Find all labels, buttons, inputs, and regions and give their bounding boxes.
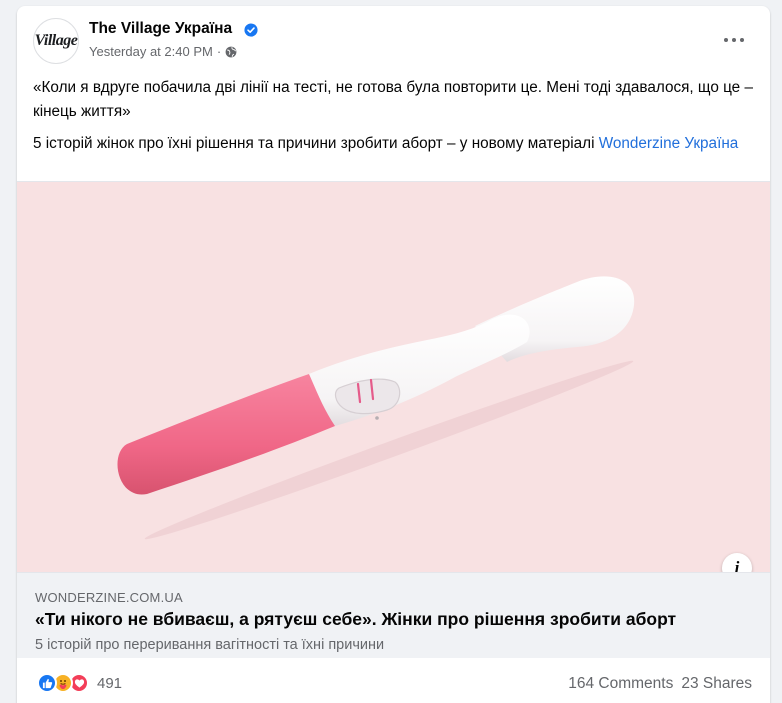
page-name-link[interactable]: The Village Україна: [89, 20, 232, 38]
post-image[interactable]: i: [17, 181, 770, 572]
more-options-button[interactable]: [716, 28, 752, 52]
link-preview-domain: WONDERZINE.COM.UA: [35, 590, 183, 605]
meta-separator: ·: [216, 44, 222, 59]
post-meta: Yesterday at 2:40 PM ·: [89, 44, 237, 59]
post-description-text: 5 історій жінок про їхні рішення та прич…: [33, 135, 599, 152]
post-body: «Коли я вдруге побачила дві лінії на тес…: [33, 76, 758, 164]
like-icon: [37, 673, 57, 693]
wonderzine-page-link[interactable]: Wonderzine Україна: [599, 135, 739, 152]
more-dot-icon: [740, 38, 744, 42]
shares-count-link[interactable]: 23 Shares: [681, 675, 752, 693]
post-card: Village The Village Україна Yesterday at…: [17, 6, 770, 703]
reactions-summary[interactable]: 491: [37, 673, 122, 693]
avatar-logo-text: Village: [34, 32, 78, 49]
link-preview-description: 5 історій про переривання вагітності та …: [35, 637, 385, 653]
more-dot-icon: [724, 38, 728, 42]
globe-icon: [225, 46, 237, 57]
post-footer: 491 164 Comments 23 Shares: [17, 658, 770, 703]
post-description: 5 історій жінок про їхні рішення та прич…: [33, 132, 758, 156]
reaction-count: 491: [97, 674, 123, 692]
post-header: Village The Village Україна Yesterday at…: [17, 6, 770, 76]
more-dot-icon: [732, 38, 736, 42]
verified-badge-icon: [244, 23, 258, 37]
page-avatar[interactable]: Village: [33, 18, 79, 64]
pregnancy-test-illustration: [117, 276, 635, 540]
post-quote: «Коли я вдруге побачила дві лінії на тес…: [33, 79, 753, 120]
link-preview-title[interactable]: «Ти нікого не вбиваєш, а рятуєш себе». Ж…: [35, 609, 676, 630]
engagement-counts: 164 Comments 23 Shares: [568, 675, 752, 693]
comments-count-link[interactable]: 164 Comments: [568, 675, 673, 693]
link-preview[interactable]: WONDERZINE.COM.UA «Ти нікого не вбиваєш,…: [17, 572, 770, 658]
post-timestamp-link[interactable]: Yesterday at 2:40 PM: [89, 44, 213, 59]
